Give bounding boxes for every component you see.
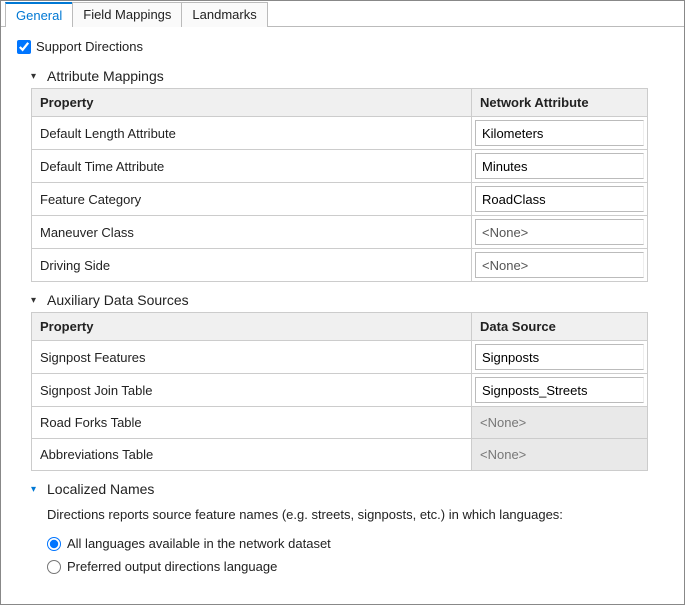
chevron-down-icon: ▾ (31, 71, 43, 82)
chevron-down-icon: ▾ (31, 295, 43, 306)
all-languages-radio[interactable] (47, 537, 61, 551)
section-localized-names: ▾ Localized Names Directions reports sou… (31, 481, 676, 578)
property-cell: Signpost Features (32, 341, 472, 374)
property-cell: Maneuver Class (32, 216, 472, 249)
driving-side-input[interactable] (475, 252, 644, 278)
feature-category-input[interactable] (475, 186, 644, 212)
support-directions-label: Support Directions (36, 39, 143, 54)
col-header-data-source: Data Source (472, 313, 648, 341)
table-row: Signpost Features (32, 341, 648, 374)
table-row: Road Forks Table <None> (32, 407, 648, 439)
radio-row-preferred: Preferred output directions language (47, 555, 676, 578)
table-row: Default Length Attribute (32, 117, 648, 150)
preferred-language-label: Preferred output directions language (67, 559, 277, 574)
attribute-mappings-grid: Property Network Attribute Default Lengt… (31, 88, 648, 282)
col-header-property: Property (32, 313, 472, 341)
section-title: Attribute Mappings (47, 68, 164, 84)
tab-landmarks[interactable]: Landmarks (181, 2, 267, 27)
property-cell: Default Length Attribute (32, 117, 472, 150)
property-cell: Signpost Join Table (32, 374, 472, 407)
tab-general[interactable]: General (5, 2, 73, 27)
road-forks-table-value: <None> (472, 407, 647, 438)
auxiliary-data-grid: Property Data Source Signpost Features S… (31, 312, 648, 471)
section-title: Auxiliary Data Sources (47, 292, 189, 308)
table-row: Default Time Attribute (32, 150, 648, 183)
maneuver-class-input[interactable] (475, 219, 644, 245)
property-cell: Abbreviations Table (32, 439, 472, 471)
table-row: Driving Side (32, 249, 648, 282)
property-cell: Feature Category (32, 183, 472, 216)
table-row: Abbreviations Table <None> (32, 439, 648, 471)
support-directions-checkbox[interactable] (17, 40, 31, 54)
property-cell: Road Forks Table (32, 407, 472, 439)
tab-bar: General Field Mappings Landmarks (1, 1, 684, 27)
table-row: Maneuver Class (32, 216, 648, 249)
tab-field-mappings[interactable]: Field Mappings (72, 2, 182, 27)
radio-row-all-languages: All languages available in the network d… (47, 532, 676, 555)
support-directions-row: Support Directions (9, 35, 676, 58)
section-header-attribute-mappings[interactable]: ▾ Attribute Mappings (31, 68, 676, 84)
property-cell: Driving Side (32, 249, 472, 282)
all-languages-label: All languages available in the network d… (67, 536, 331, 551)
signpost-features-input[interactable] (475, 344, 644, 370)
section-title: Localized Names (47, 481, 154, 497)
table-row: Feature Category (32, 183, 648, 216)
col-header-property: Property (32, 89, 472, 117)
table-row: Signpost Join Table (32, 374, 648, 407)
section-attribute-mappings: ▾ Attribute Mappings Property Network At… (31, 68, 676, 282)
localized-names-help: Directions reports source feature names … (47, 507, 676, 522)
property-cell: Default Time Attribute (32, 150, 472, 183)
section-header-localized-names[interactable]: ▾ Localized Names (31, 481, 676, 497)
chevron-down-icon: ▾ (31, 484, 43, 495)
section-header-auxiliary-data[interactable]: ▾ Auxiliary Data Sources (31, 292, 676, 308)
default-length-attribute-input[interactable] (475, 120, 644, 146)
section-auxiliary-data: ▾ Auxiliary Data Sources Property Data S… (31, 292, 676, 471)
abbreviations-table-value: <None> (472, 439, 647, 470)
preferred-language-radio[interactable] (47, 560, 61, 574)
col-header-network-attribute: Network Attribute (472, 89, 648, 117)
default-time-attribute-input[interactable] (475, 153, 644, 179)
signpost-join-table-input[interactable] (475, 377, 644, 403)
